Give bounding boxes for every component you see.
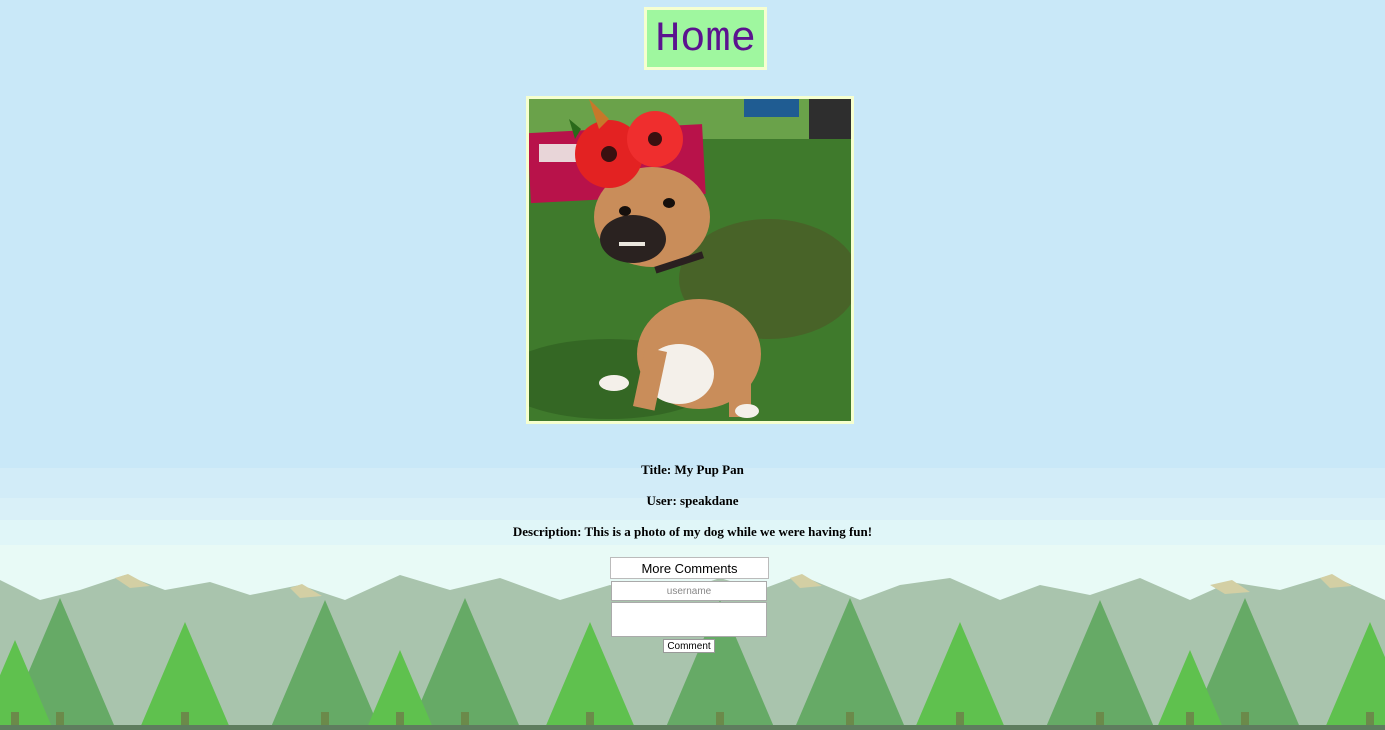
post-user: User: speakdane	[646, 493, 739, 508]
more-comments-button[interactable]: More Comments	[610, 557, 769, 579]
post-title: Title: My Pup Pan	[641, 462, 744, 477]
home-link[interactable]: Home	[644, 7, 767, 70]
comment-submit-button[interactable]: Comment	[663, 639, 715, 653]
post-photo	[526, 96, 854, 424]
dog-photo-illustration	[529, 99, 851, 421]
post-description: Description: This is a photo of my dog w…	[512, 524, 873, 539]
username-input[interactable]	[611, 581, 767, 601]
comment-textarea[interactable]	[611, 602, 767, 637]
